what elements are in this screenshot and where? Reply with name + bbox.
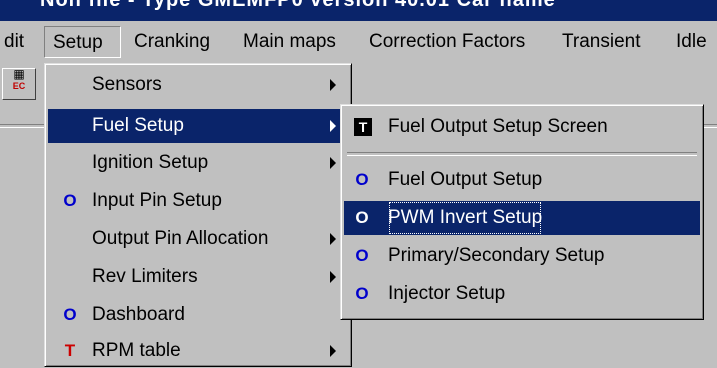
menu-correction-factors[interactable]: Correction Factors [361, 26, 533, 58]
menu-cranking[interactable]: Cranking [126, 26, 218, 58]
menu-setup[interactable]: Setup [44, 26, 121, 58]
menu-item-input-pin-setup[interactable]: O Input Pin Setup [48, 184, 348, 218]
menu-item-ignition-setup[interactable]: Ignition Setup [48, 146, 348, 180]
menu-main-maps[interactable]: Main maps [235, 26, 344, 58]
menu-idle[interactable]: Idle [668, 26, 715, 58]
ecu-toolbar-button[interactable]: ▦ EC [2, 68, 36, 100]
window-title: Non file - Type GMEMFP0 version 40.01 Ca… [40, 0, 556, 11]
title-bar: Non file - Type GMEMFP0 version 40.01 Ca… [0, 0, 717, 21]
submenu-arrow-icon [330, 120, 336, 132]
submenu-arrow-icon [330, 271, 336, 283]
menu-item-injector-setup[interactable]: O Injector Setup [344, 277, 700, 311]
table-t-icon: T [64, 341, 76, 360]
option-o-icon: O [355, 284, 369, 303]
ecu-icon: ▦ [13, 67, 25, 81]
menu-item-output-pin-allocation[interactable]: Output Pin Allocation [48, 222, 348, 256]
option-o-icon: O [63, 305, 77, 324]
menu-item-fuel-setup[interactable]: Fuel Setup [48, 109, 348, 143]
menu-item-pwm-invert-setup[interactable]: O PWM Invert Setup [344, 201, 700, 235]
screen-t-icon: T [354, 118, 372, 136]
option-o-icon: O [355, 246, 369, 265]
menu-item-rev-limiters[interactable]: Rev Limiters [48, 260, 348, 294]
fuel-setup-submenu: T Fuel Output Setup Screen O Fuel Output… [340, 104, 704, 320]
menu-bar: dit Setup Cranking Main maps Correction … [0, 21, 717, 63]
option-o-icon: O [355, 208, 369, 227]
submenu-arrow-icon [330, 79, 336, 91]
menu-item-rpm-table[interactable]: T RPM table [48, 334, 348, 368]
menu-separator [347, 152, 697, 156]
menu-item-sensors[interactable]: Sensors [48, 68, 348, 102]
menu-item-fuel-output-setup[interactable]: O Fuel Output Setup [344, 163, 700, 197]
setup-menu: Sensors Fuel Setup Ignition Setup O Inpu… [44, 63, 352, 367]
ecu-button-label: EC [12, 81, 26, 91]
menu-item-fuel-output-setup-screen[interactable]: T Fuel Output Setup Screen [344, 110, 700, 144]
menu-item-primary-secondary-setup[interactable]: O Primary/Secondary Setup [344, 239, 700, 273]
menu-transient[interactable]: Transient [554, 26, 649, 58]
option-o-icon: O [63, 191, 77, 210]
submenu-arrow-icon [330, 345, 336, 357]
menu-item-dashboard[interactable]: O Dashboard [48, 298, 348, 332]
option-o-icon: O [355, 170, 369, 189]
submenu-arrow-icon [330, 157, 336, 169]
submenu-arrow-icon [330, 233, 336, 245]
menu-edit[interactable]: dit [0, 26, 32, 58]
